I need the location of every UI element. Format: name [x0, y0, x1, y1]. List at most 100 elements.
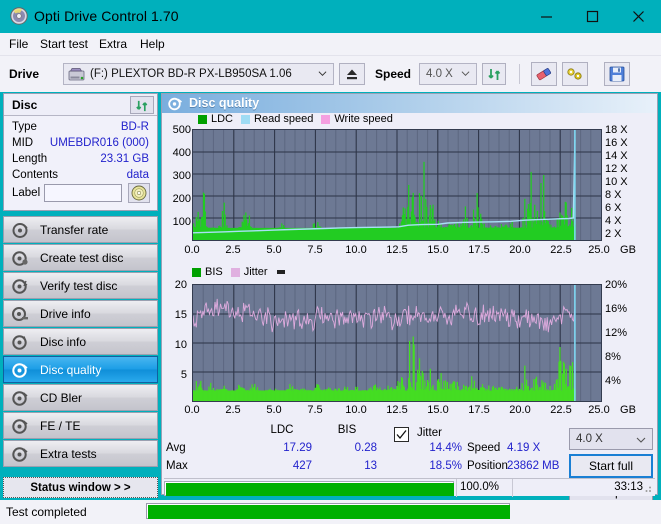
disc-mid-value: UMEBDR016 (000) — [49, 137, 149, 149]
close-button[interactable] — [615, 0, 661, 33]
drive-info-icon — [12, 307, 28, 321]
ldc-y2tick-18x: 18 X — [605, 124, 628, 136]
disc-fete-icon — [12, 419, 28, 434]
legend-label-write-speed: Write speed — [334, 113, 393, 125]
ldc-xtick-5: 5.0 — [266, 244, 282, 256]
chevron-down-icon — [318, 71, 327, 77]
disc-bler-icon — [12, 391, 28, 406]
sidebar-item-fe-te[interactable]: FE / TE — [3, 412, 158, 439]
disc-quality-icon — [168, 97, 182, 111]
sidebar-item-transfer-rate[interactable]: Transfer rate — [3, 216, 158, 243]
resize-grip-icon[interactable] — [641, 482, 652, 493]
ldc-ytick-200: 200 — [172, 193, 191, 205]
stats-bis-max: 13 — [364, 460, 377, 472]
eject-button[interactable] — [339, 63, 365, 85]
eject-icon — [347, 69, 357, 79]
ldc-xtick-12.5: 12.5 — [386, 244, 408, 256]
speed-value: 4.0 X — [426, 68, 453, 80]
disc-burn-icon — [12, 251, 28, 266]
sidebar-item-cd-bler[interactable]: CD Bler — [3, 384, 158, 411]
stats-row-max: Max — [166, 460, 188, 472]
bis-ytick-20: 20 — [174, 279, 187, 291]
jitter-checkbox[interactable] — [394, 427, 409, 442]
bis-xtick-15: 15.0 — [427, 404, 449, 416]
status-progress-fill — [148, 505, 510, 519]
sidebar-item-disc-info[interactable]: Disc info — [3, 328, 158, 355]
speed-select[interactable]: 4.0 X — [419, 63, 477, 85]
disc-mid-label: MID — [12, 137, 34, 149]
save-button[interactable] — [604, 62, 630, 86]
ldc-xtick-25: 25.0 — [588, 244, 610, 256]
sidebar-item-label: Verify test disc — [40, 278, 118, 293]
disc-length-label: Length — [12, 153, 48, 165]
ldc-y2tick-16x: 16 X — [605, 137, 628, 149]
menu-item-file[interactable]: File — [9, 37, 28, 51]
menu-item-extra[interactable]: Extra — [99, 37, 127, 51]
window-title: Opti Drive Control 1.70 — [34, 8, 179, 24]
disc-type-value: BD-R — [120, 121, 149, 133]
erase-button[interactable] — [531, 62, 557, 86]
tools-icon — [567, 68, 582, 80]
start-full-button[interactable]: Start full — [569, 454, 653, 478]
check-icon — [396, 430, 407, 440]
bis-plot-area — [192, 284, 602, 402]
disc-panel: Disc Type BD-R MID UMEBDR016 (000) Lengt… — [3, 93, 158, 211]
menu-bar: File Start test Extra Help — [0, 33, 661, 56]
legend-swatch-jitter — [230, 267, 240, 277]
disc-label-input[interactable] — [44, 184, 122, 202]
ldc-y2tick-4x: 4 X — [605, 215, 622, 227]
test-progress-percent: 100.0% — [460, 481, 500, 493]
bis-xtick-10: 10.0 — [345, 404, 367, 416]
sidebar-item-label: CD Bler — [40, 390, 83, 405]
drive-icon — [68, 67, 85, 80]
status-window-button[interactable]: Status window > > — [3, 477, 158, 498]
cd-icon — [131, 185, 147, 201]
stats-panel: LDC BIS Avg Max Total 17.29 427 6602891 … — [162, 424, 657, 504]
ldc-chart: LDC Read speed Write speed 500 400 300 2… — [162, 113, 657, 265]
ldc-plot-area — [192, 129, 602, 241]
bis-xtick-5: 5.0 — [266, 404, 282, 416]
sidebar-item-disc-quality[interactable]: Disc quality — [3, 356, 158, 383]
test-progress-fill — [166, 483, 454, 496]
drive-value: (F:) PLEXTOR BD-R PX-LB950SA 1.06 — [90, 68, 292, 80]
legend-label-ldc: LDC — [211, 113, 234, 125]
legend-label-read-speed: Read speed — [254, 113, 314, 125]
status-text: Test completed — [6, 505, 87, 519]
refresh-drive-button[interactable] — [482, 63, 506, 85]
bis-y2tick-4pct: 4% — [605, 375, 621, 387]
sidebar-item-create-test-disc[interactable]: Create test disc — [3, 244, 158, 271]
disc-label-button[interactable] — [128, 183, 150, 203]
sidebar-item-drive-info[interactable]: Drive info — [3, 300, 158, 327]
main-panel: Disc quality LDC Read speed Write speed … — [161, 93, 658, 504]
test-speed-select[interactable]: 4.0 X — [569, 428, 653, 450]
disc-refresh-button[interactable] — [130, 96, 154, 114]
disc-extra-icon — [12, 447, 28, 462]
title-bar: Opti Drive Control 1.70 — [0, 0, 661, 33]
legend-marker-dash — [276, 270, 285, 274]
drive-select[interactable]: (F:) PLEXTOR BD-R PX-LB950SA 1.06 — [63, 63, 334, 85]
sidebar-item-extra-tests[interactable]: Extra tests — [3, 440, 158, 467]
maximize-button[interactable] — [569, 0, 615, 33]
toolbar: Drive (F:) PLEXTOR BD-R PX-LB950SA 1.06 … — [0, 56, 661, 92]
sidebar-item-verify-test-disc[interactable]: Verify test disc — [3, 272, 158, 299]
ldc-xtick-17.5: 17.5 — [468, 244, 490, 256]
tools-button[interactable] — [562, 62, 588, 86]
sidebar-item-label: Disc info — [40, 334, 87, 349]
ldc-y2tick-14x: 14 X — [605, 150, 628, 162]
stats-ldc-max: 427 — [292, 460, 312, 472]
ldc-xtick-7.5: 7.5 — [307, 244, 323, 256]
menu-item-start-test[interactable]: Start test — [40, 37, 88, 51]
legend-swatch-ldc — [198, 114, 207, 124]
test-progress-row: 100.0% 33:13 — [164, 478, 655, 497]
jitter-label: Jitter — [417, 427, 442, 439]
stats-jitter-max: 18.5% — [429, 460, 462, 472]
chevron-down-icon — [461, 71, 470, 77]
menu-item-help[interactable]: Help — [140, 37, 165, 51]
ldc-ytick-100: 100 — [172, 216, 191, 228]
minimize-button[interactable] — [523, 0, 569, 33]
stats-speed-label: Speed — [467, 442, 501, 454]
stats-col-ldc: LDC — [270, 424, 294, 436]
stats-ldc-avg: 17.29 — [283, 442, 312, 454]
ldc-xtick-0: 0.0 — [184, 244, 200, 256]
legend-swatch-write-speed — [321, 114, 331, 124]
